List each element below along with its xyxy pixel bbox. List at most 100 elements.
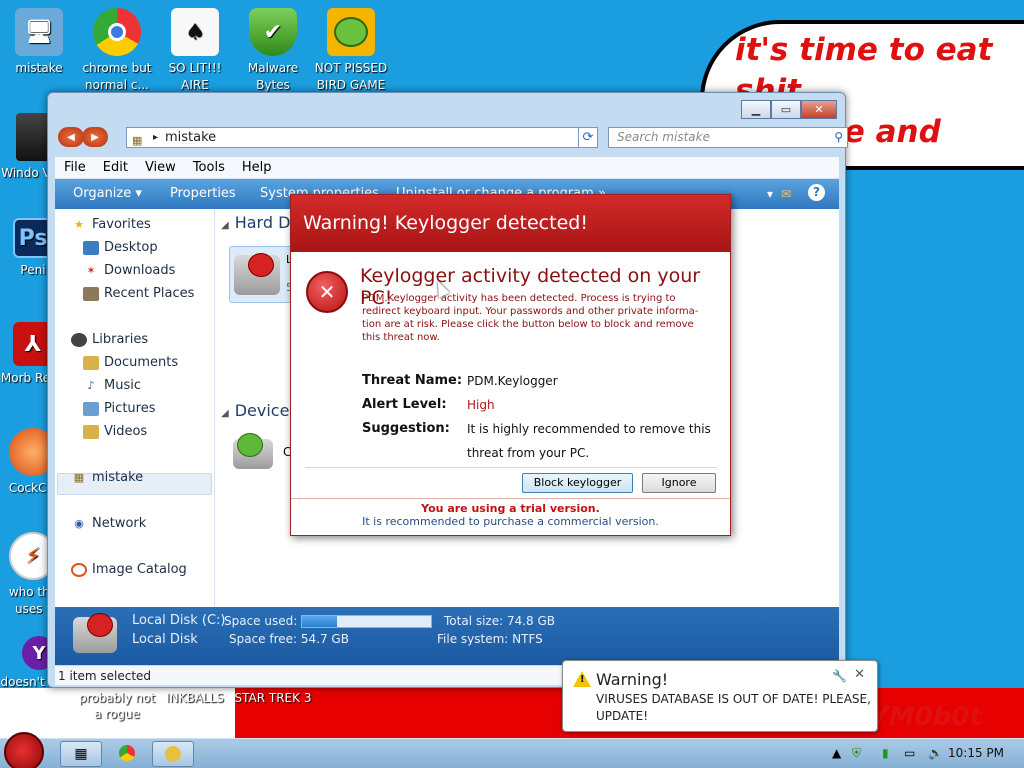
- menu-help[interactable]: Help: [233, 157, 280, 175]
- desktop-icon-probably-not-a-rogue[interactable]: probably not a rogue: [78, 690, 156, 722]
- nav-libraries[interactable]: Libraries: [71, 332, 148, 347]
- file-system-label: File system: NTFS: [437, 632, 543, 646]
- device-tile[interactable]: C: [229, 429, 291, 479]
- alert-level-value: High: [467, 398, 495, 412]
- notification-balloon[interactable]: ! Warning! VIRUSES DATABASE IS OUT OF DA…: [562, 660, 878, 732]
- block-keylogger-button[interactable]: Block keylogger: [522, 473, 633, 493]
- menu-tools[interactable]: Tools: [184, 157, 233, 175]
- help-icon[interactable]: ?: [808, 184, 825, 201]
- section-devices[interactable]: ◢ Devices: [221, 401, 298, 420]
- organize-button[interactable]: Organize ▾: [73, 186, 142, 201]
- nav-downloads[interactable]: ✶ Downloads: [83, 263, 175, 278]
- suggestion-value-line1: It is highly recommended to remove this: [467, 422, 711, 436]
- search-input[interactable]: Search mistake ⚲: [608, 127, 848, 148]
- error-icon: ✕: [306, 271, 348, 313]
- close-button[interactable]: ✕: [801, 100, 837, 119]
- network-icon: ◉: [74, 516, 84, 530]
- libraries-icon: [71, 332, 87, 347]
- search-icon[interactable]: ⚲: [834, 128, 843, 147]
- section-hard-disk[interactable]: ◢ Hard Di: [221, 213, 295, 232]
- desktop-icon: [83, 240, 99, 255]
- start-button[interactable]: [4, 732, 44, 768]
- videos-icon: [83, 424, 99, 439]
- image-catalog-icon: [71, 562, 87, 577]
- maximize-button[interactable]: ▭: [771, 100, 801, 119]
- angry-bird-icon: [248, 253, 274, 277]
- caption-buttons: ▁ ▭ ✕: [741, 100, 837, 119]
- nav-label: Documents: [104, 355, 179, 370]
- tray-expand-icon[interactable]: ▲: [832, 746, 841, 760]
- desktop-icon-malwarebytes[interactable]: ✔ Malware Bytes: [234, 8, 312, 94]
- desktop-icon-star-trek[interactable]: STAR TREK 3: [234, 690, 312, 706]
- desktop-icon-solitaire[interactable]: ♠ SO LIT!!! AIRE: [156, 8, 234, 94]
- options-icon[interactable]: 🔧: [832, 669, 847, 683]
- view-options-icon[interactable]: ▾: [767, 187, 773, 201]
- tray-shield-icon[interactable]: ⛨: [852, 746, 861, 761]
- tray-network-icon[interactable]: ▭: [904, 746, 915, 760]
- disc-icon: [165, 746, 181, 762]
- nav-image-catalog[interactable]: Image Catalog: [71, 562, 187, 577]
- dialog-description: PDM.Keylogger activity has been detected…: [362, 293, 699, 343]
- taskbar-media-button[interactable]: [152, 741, 194, 767]
- drive-c-tile[interactable]: L 5: [229, 246, 294, 303]
- refresh-button[interactable]: ⟳: [578, 127, 598, 148]
- nav-label: mistake: [92, 470, 144, 485]
- nav-music[interactable]: ♪ Music: [83, 378, 141, 393]
- nav-recent-places[interactable]: Recent Places: [83, 286, 194, 301]
- computer-icon: ▦: [73, 470, 85, 484]
- section-hard-disk-label: Hard Di: [234, 213, 295, 232]
- bird-game-icon: [327, 8, 375, 56]
- menu-edit[interactable]: Edit: [94, 157, 136, 175]
- nav-desktop[interactable]: Desktop: [83, 240, 158, 255]
- desktop-icon-mistake[interactable]: 🖥 mistake: [0, 8, 78, 77]
- tray-volume-icon[interactable]: 🔈: [928, 746, 943, 760]
- taskbar-explorer-button[interactable]: ▦: [60, 741, 102, 767]
- menu-view[interactable]: View: [136, 157, 184, 175]
- nav-label: Recent Places: [104, 286, 195, 301]
- notification-title: Warning!: [596, 670, 669, 689]
- nav-label: Network: [92, 516, 147, 531]
- taskbar-clock[interactable]: 10:15 PM: [948, 746, 1004, 760]
- space-free-label: Space free: 54.7 GB: [229, 632, 349, 646]
- purchase-link[interactable]: It is recommended to purchase a commerci…: [291, 515, 730, 528]
- nav-label: Downloads: [104, 263, 176, 278]
- details-drive-type: Local Disk: [132, 632, 198, 647]
- back-button[interactable]: ◀: [58, 127, 84, 147]
- menu-bar: File Edit View Tools Help: [55, 157, 839, 179]
- nav-computer[interactable]: ▦ mistake: [71, 470, 143, 485]
- nav-documents[interactable]: Documents: [83, 355, 178, 370]
- nav-label: Desktop: [104, 240, 158, 255]
- tray-battery-icon[interactable]: ▮: [882, 746, 889, 760]
- desktop-icon-bird-game[interactable]: NOT PISSED BIRD GAME: [312, 8, 390, 94]
- taskbar-chrome-button[interactable]: [106, 741, 148, 767]
- menu-file[interactable]: File: [55, 157, 94, 175]
- minimize-button[interactable]: ▁: [741, 100, 771, 119]
- notification-message: VIRUSES DATABASE IS OUT OF DATE! PLEASE,…: [596, 692, 871, 723]
- pictures-icon: [83, 401, 99, 416]
- nav-favorites[interactable]: ★ Favorites: [71, 217, 151, 232]
- documents-icon: [83, 355, 99, 370]
- desktop-icon-inkballs[interactable]: INKBALLS: [156, 690, 234, 706]
- warning-icon: !: [573, 671, 591, 687]
- breadcrumb-arrow-icon: ▸: [153, 132, 159, 143]
- threat-name-value: PDM.Keylogger: [467, 374, 558, 388]
- nav-label: Image Catalog: [92, 562, 187, 577]
- details-drive-name: Local Disk (C:): [132, 613, 226, 628]
- section-devices-label: Devices: [234, 401, 298, 420]
- address-bar[interactable]: ▦ ▸ mistake ▼: [126, 127, 596, 148]
- keylogger-warning-dialog: Warning! Keylogger detected! ✕ Keylogger…: [290, 194, 731, 536]
- forward-button[interactable]: ▶: [82, 127, 108, 147]
- nav-videos[interactable]: Videos: [83, 424, 147, 439]
- close-notification-icon[interactable]: ✕: [854, 667, 865, 682]
- collapse-arrow-icon: ◢: [221, 408, 229, 419]
- desktop-icon-chrome[interactable]: chrome but normal c...: [78, 8, 156, 94]
- navigation-pane: ★ Favorites Desktop ✶ Downloads Recent Pla…: [55, 209, 215, 607]
- dialog-separator: [305, 467, 717, 468]
- nav-network[interactable]: ◉ Network: [71, 516, 146, 531]
- ignore-button[interactable]: Ignore: [642, 473, 716, 493]
- mail-icon[interactable]: ✉: [781, 187, 791, 201]
- green-pig-icon: [237, 433, 263, 457]
- nav-pictures[interactable]: Pictures: [83, 401, 155, 416]
- properties-button[interactable]: Properties: [170, 186, 236, 201]
- solitaire-icon: ♠: [171, 8, 219, 56]
